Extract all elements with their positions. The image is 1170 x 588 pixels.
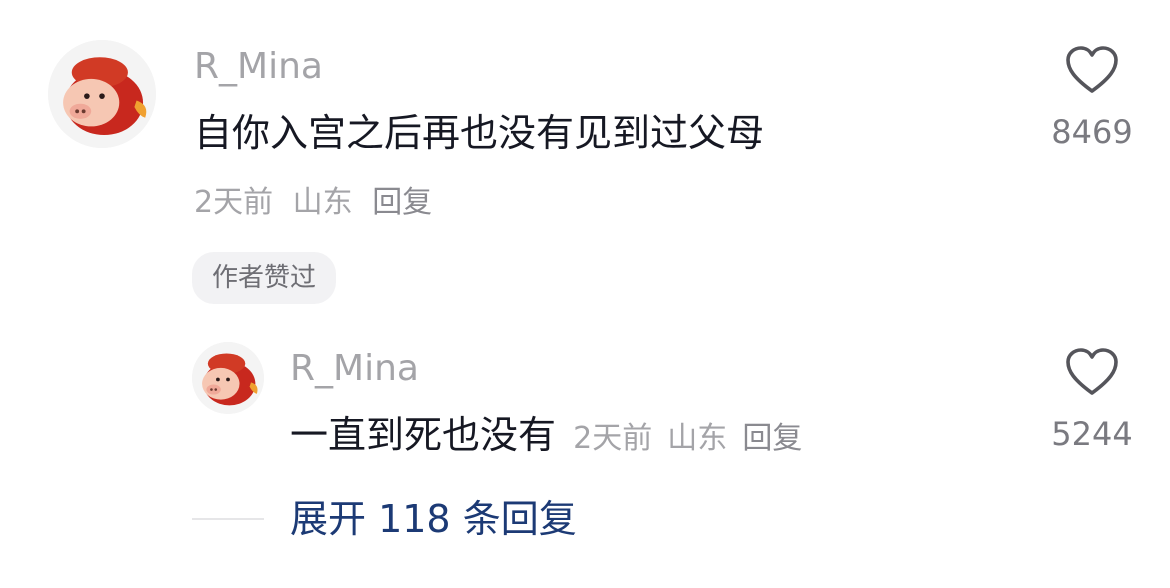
heart-outline-icon: [1066, 46, 1118, 93]
pig-character-icon: [192, 342, 264, 414]
comment-location: 山东: [292, 185, 353, 220]
comment-reply-button[interactable]: 回复: [372, 185, 432, 220]
reply-time: 2天前: [573, 421, 653, 456]
reply-like-button[interactable]: [1064, 346, 1120, 398]
comment-meta: 2天前 山东 回复: [194, 182, 432, 224]
reply-location: 山东: [667, 421, 728, 456]
expand-replies-button[interactable]: 展开 118 条回复: [290, 494, 577, 544]
heart-outline-icon: [1066, 348, 1118, 395]
comment-like-count: 8469: [1051, 113, 1133, 151]
comment-time: 2天前: [194, 185, 274, 220]
expand-divider: [192, 518, 264, 520]
reply-text[interactable]: 一直到死也没有: [290, 413, 556, 457]
reply-username[interactable]: R_Mina: [290, 346, 419, 392]
pig-character-icon: [48, 40, 156, 148]
comment-text[interactable]: 自你入宫之后再也没有见到过父母: [194, 108, 764, 158]
reply-avatar[interactable]: [192, 342, 264, 414]
reply-like-count: 5244: [1051, 415, 1133, 453]
comment-like-button[interactable]: [1064, 44, 1120, 96]
comment-username[interactable]: R_Mina: [194, 44, 323, 90]
author-liked-badge: 作者赞过: [192, 252, 337, 304]
reply-body: 一直到死也没有 2天前 山东 回复: [290, 410, 802, 468]
avatar[interactable]: [48, 40, 156, 148]
reply-reply-button[interactable]: 回复: [742, 421, 802, 456]
